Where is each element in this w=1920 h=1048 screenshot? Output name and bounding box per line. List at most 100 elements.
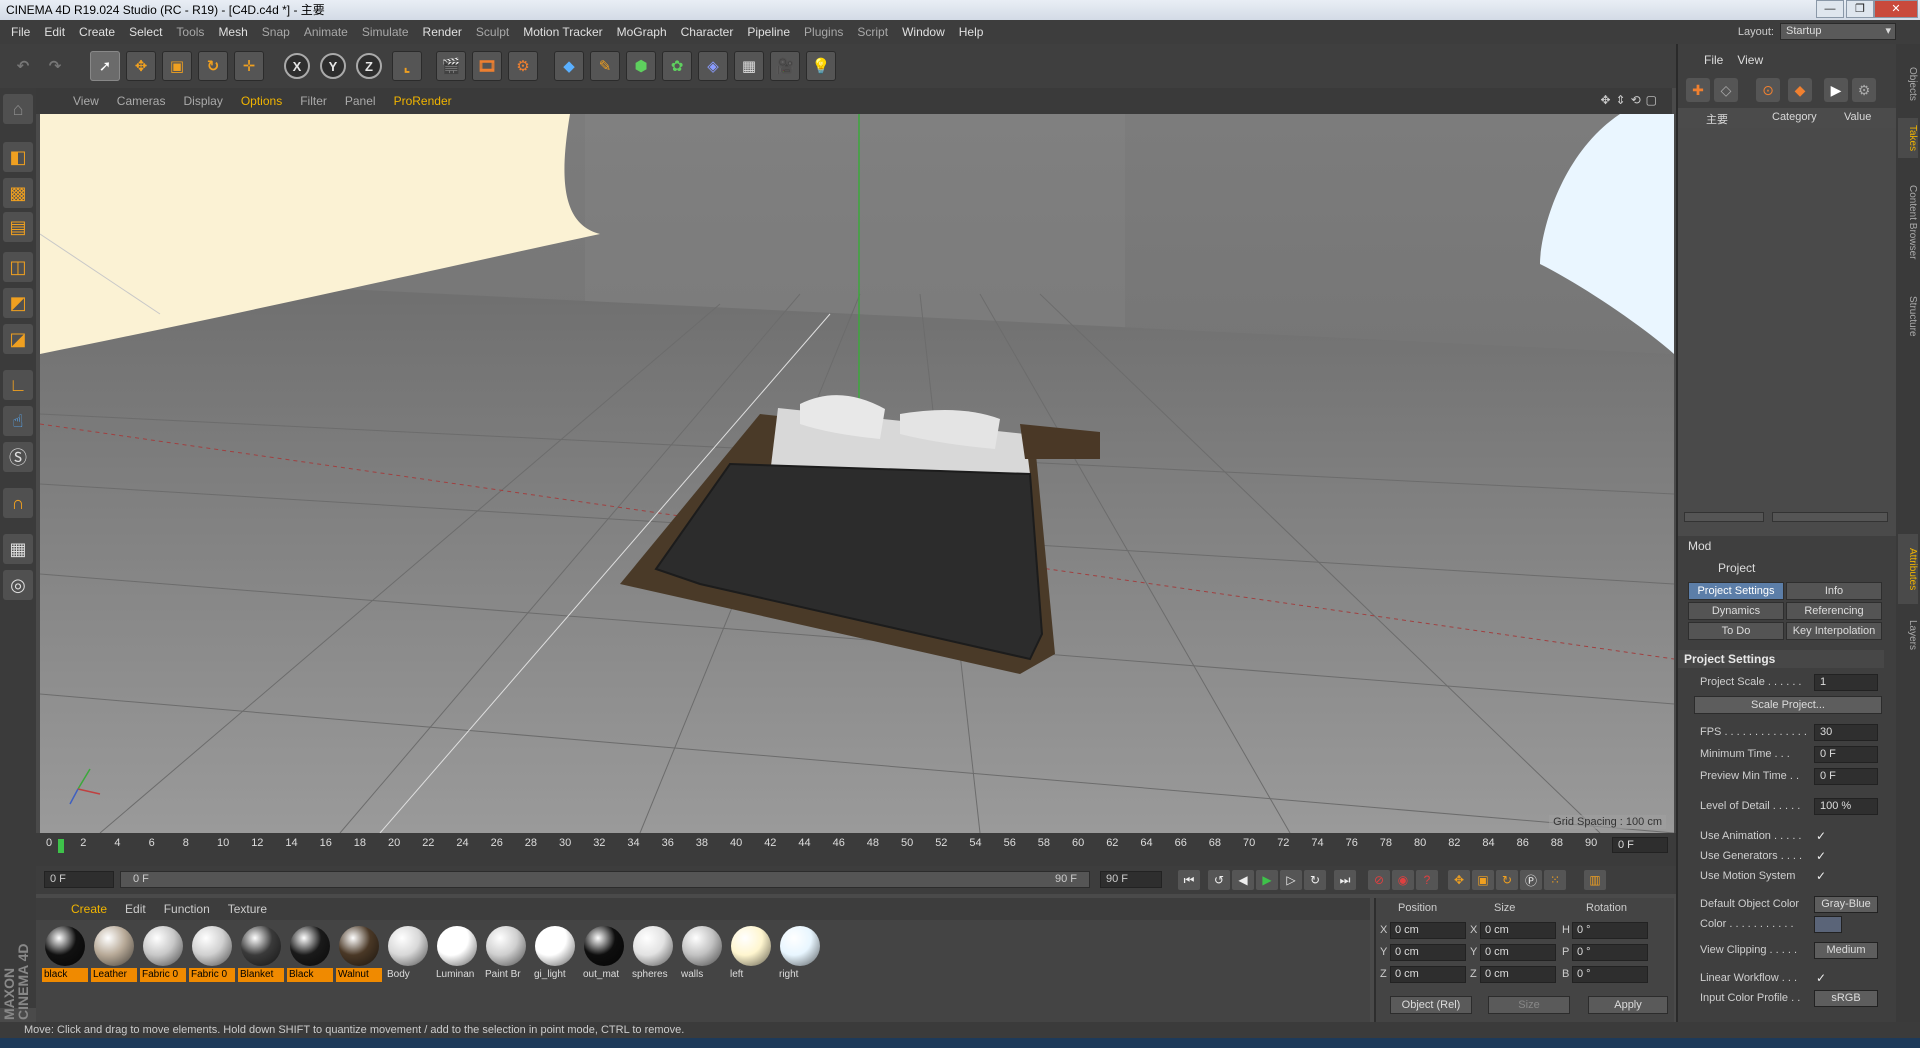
planar-workplane-icon[interactable]: ◎ [3, 570, 33, 600]
go-to-end-icon[interactable]: ⏭ [1334, 870, 1356, 890]
menu-mesh[interactable]: Mesh [211, 20, 254, 44]
viewport-menu-filter[interactable]: Filter [291, 94, 336, 108]
material-swatch[interactable]: Fabric 0 [140, 926, 186, 984]
project-scale-field[interactable]: 1 [1814, 674, 1878, 691]
om-scrollbar-right[interactable] [1772, 512, 1888, 522]
material-swatch[interactable]: left [728, 926, 774, 984]
viewport-menu-cameras[interactable]: Cameras [108, 94, 175, 108]
side-tab-objects[interactable]: Objects [1898, 54, 1918, 114]
timeline-ruler[interactable]: 0 2 4 6 8 10 12 14 16 18 20 22 24 26 28 30 32 34 36 38 40 42 4… [46, 837, 1606, 853]
move-tool-icon[interactable]: ✥ [126, 51, 156, 81]
material-menu-create[interactable]: Create [62, 902, 116, 916]
level-of-detail-field[interactable]: 100 % [1814, 798, 1878, 815]
layer-manager-icon[interactable]: ✚ [1686, 78, 1710, 102]
menu-select[interactable]: Select [122, 20, 169, 44]
side-tab-layers[interactable]: Layers [1898, 610, 1918, 660]
subdivision-surface-icon[interactable]: ⬢ [626, 51, 656, 81]
side-tab-content-browser[interactable]: Content Browser [1898, 162, 1918, 282]
solo-mode-icon[interactable]: Ⓢ [3, 442, 33, 472]
material-swatch[interactable]: Walnut [336, 926, 382, 984]
object-list[interactable] [1678, 128, 1896, 548]
input-color-profile-dropdown[interactable]: sRGB [1814, 990, 1878, 1007]
viewport-nav-icons[interactable]: ✥⇕⟲▢ [1600, 93, 1662, 107]
rotation-p-field[interactable]: 0 ° [1572, 944, 1648, 961]
maximize-button[interactable]: ❐ [1846, 0, 1874, 18]
key-position-icon[interactable]: ✥ [1448, 870, 1470, 890]
points-mode-icon[interactable]: ◫ [3, 252, 33, 282]
null-object-icon[interactable]: ⊙ [1756, 78, 1780, 102]
previous-key-icon[interactable]: ↺ [1208, 870, 1230, 890]
material-menu-function[interactable]: Function [155, 902, 219, 916]
tag-icon[interactable]: ◆ [1788, 78, 1812, 102]
x-axis-lock-icon[interactable]: X [284, 53, 310, 79]
menu-animate[interactable]: Animate [297, 20, 355, 44]
workplane-lock-icon[interactable]: ▦ [3, 534, 33, 564]
polygons-mode-icon[interactable]: ◪ [3, 324, 33, 354]
preview-range-slider[interactable]: 0 F 90 F [120, 871, 1090, 888]
apply-button[interactable]: Apply [1588, 996, 1668, 1014]
project-root[interactable]: 主要 [1706, 111, 1728, 127]
side-tab-takes[interactable]: Takes [1898, 118, 1918, 158]
tab-to-do[interactable]: To Do [1688, 622, 1784, 640]
viewport-menu-prorender[interactable]: ProRender [385, 94, 461, 108]
render-view-icon[interactable]: 🎬 [436, 51, 466, 81]
close-button[interactable]: ✕ [1874, 0, 1918, 18]
material-swatch[interactable]: Fabric 0 [189, 926, 235, 984]
material-menu-texture[interactable]: Texture [219, 902, 276, 916]
menu-create[interactable]: Create [72, 20, 122, 44]
coordinate-mode-dropdown[interactable]: Object (Rel) [1390, 996, 1472, 1014]
next-frame-icon[interactable]: ▷ [1280, 870, 1302, 890]
use-motion-system-checkbox[interactable]: ✓ [1816, 869, 1826, 883]
start-frame-field[interactable]: 0 F [44, 871, 114, 888]
attributes-mode-menu[interactable]: Mod [1688, 539, 1711, 553]
minimize-button[interactable]: — [1816, 0, 1844, 18]
coordinate-system-icon[interactable]: ⌞ [392, 51, 422, 81]
layout-dropdown[interactable]: Startup [1780, 23, 1896, 40]
autokey-icon[interactable]: ◉ [1392, 870, 1414, 890]
y-axis-lock-icon[interactable]: Y [320, 53, 346, 79]
material-swatch[interactable]: walls [679, 926, 725, 984]
key-point-level-icon[interactable]: ⁙ [1544, 870, 1566, 890]
preview-min-time-field[interactable]: 0 F [1814, 768, 1878, 785]
camera-icon[interactable]: 🎥 [770, 51, 800, 81]
use-generators-checkbox[interactable]: ✓ [1816, 849, 1826, 863]
menu-character[interactable]: Character [674, 20, 741, 44]
playhead[interactable] [58, 839, 64, 853]
3d-viewport[interactable]: Grid Spacing : 100 cm [40, 114, 1674, 833]
tab-project-settings[interactable]: Project Settings [1688, 582, 1784, 600]
side-tab-attributes[interactable]: Attributes [1898, 534, 1918, 604]
viewport-menu-options[interactable]: Options [232, 94, 291, 108]
render-icon[interactable]: ▶ [1824, 78, 1848, 102]
menu-window[interactable]: Window [895, 20, 952, 44]
scale-tool-icon[interactable]: ▣ [162, 51, 192, 81]
material-swatch[interactable]: spheres [630, 926, 676, 984]
size-mode-dropdown[interactable]: Size [1488, 996, 1570, 1014]
material-swatch[interactable]: right [777, 926, 823, 984]
rotation-h-field[interactable]: 0 ° [1572, 922, 1648, 939]
filter-icon[interactable]: ◇ [1714, 78, 1738, 102]
light-icon[interactable]: 💡 [806, 51, 836, 81]
tweak-mode-icon[interactable]: ☝ [3, 406, 33, 436]
position-y-field[interactable]: 0 cm [1390, 944, 1466, 961]
transform-tool-icon[interactable]: ✛ [234, 51, 264, 81]
fps-field[interactable]: 30 [1814, 724, 1878, 741]
edges-mode-icon[interactable]: ◩ [3, 288, 33, 318]
viewport-menu-view[interactable]: View [64, 94, 108, 108]
z-axis-lock-icon[interactable]: Z [356, 53, 382, 79]
material-menu-edit[interactable]: Edit [116, 902, 155, 916]
key-scale-icon[interactable]: ▣ [1472, 870, 1494, 890]
material-swatch[interactable]: Luminan [434, 926, 480, 984]
viewport-menu-display[interactable]: Display [174, 94, 231, 108]
material-swatch[interactable]: black [42, 926, 88, 984]
undo-icon[interactable]: ↶ [8, 51, 38, 81]
menu-edit[interactable]: Edit [37, 20, 72, 44]
previous-frame-icon[interactable]: ◀ [1232, 870, 1254, 890]
use-animation-checkbox[interactable]: ✓ [1816, 829, 1826, 843]
size-x-field[interactable]: 0 cm [1480, 922, 1556, 939]
redo-icon[interactable]: ↷ [40, 51, 70, 81]
material-swatch[interactable]: Leather [91, 926, 137, 984]
menu-mograph[interactable]: MoGraph [610, 20, 674, 44]
key-rotation-icon[interactable]: ↻ [1496, 870, 1518, 890]
menu-motion-tracker[interactable]: Motion Tracker [516, 20, 609, 44]
snap-icon[interactable]: ∩ [3, 488, 33, 518]
